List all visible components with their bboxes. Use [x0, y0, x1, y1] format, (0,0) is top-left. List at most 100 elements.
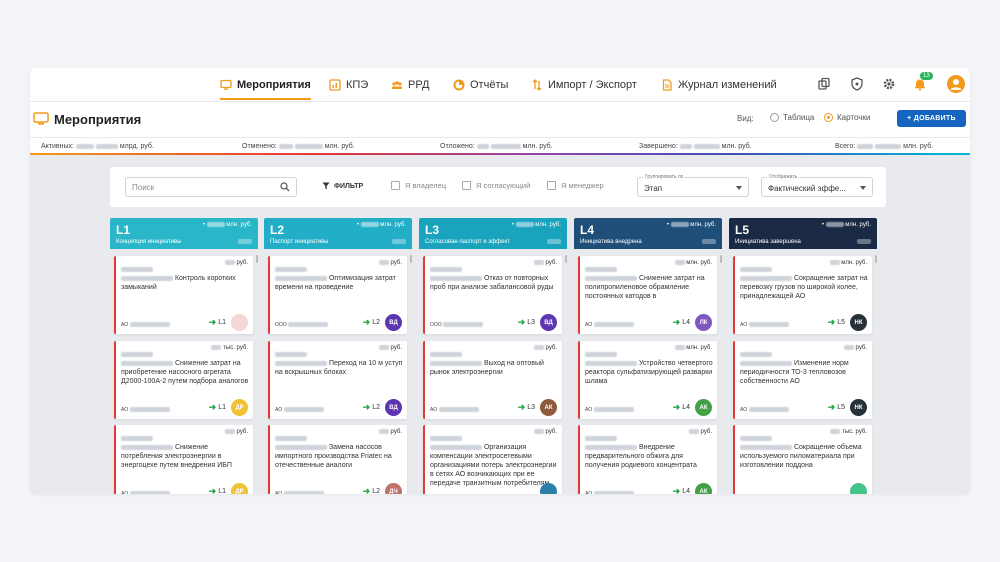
card-avatar[interactable]: ВД — [540, 314, 557, 331]
approver-checkbox[interactable]: Я согласующий — [462, 181, 530, 190]
nav-item-changelog[interactable]: Журнал изменений — [661, 76, 777, 94]
nav-item-rrd[interactable]: РРД — [391, 76, 429, 94]
arrow-right-icon: ➜ — [208, 402, 217, 412]
card-title: Замена насосов импортного производства F… — [275, 444, 392, 469]
card-level: ➜ L4 — [672, 317, 690, 327]
kanban-column-l2: L2 • млн. руб. Паспорт инициативы руб. Опт… — [264, 218, 412, 494]
stat-unit: млн. руб. — [522, 143, 553, 150]
card-title: Устройство четвертого реактора сульфатиз… — [585, 360, 713, 385]
stat-completed: Завершено: млн. руб. — [639, 143, 752, 150]
card-amount: руб. — [533, 260, 557, 266]
initiative-card[interactable]: руб. Контроль коротких замыканий АО ➜ L1 — [114, 256, 253, 334]
group-by-select[interactable]: Группировать по Этап — [637, 174, 749, 197]
kanban-column-l4: L4 • млн. руб. Инициатива внедрена млн. ру… — [574, 218, 722, 494]
card-avatar[interactable]: ДР — [231, 399, 248, 416]
card-org: АО — [740, 407, 789, 413]
gear-icon[interactable] — [882, 77, 896, 91]
initiative-card[interactable]: млн. руб. Снижение затрат на полипропиле… — [578, 256, 717, 334]
arrow-right-icon: ➜ — [362, 402, 371, 412]
card-amount: руб. — [224, 429, 248, 435]
nav-item-label: Отчёты — [470, 79, 509, 91]
column-amount: • млн. руб. — [511, 222, 561, 229]
display-select[interactable]: Отображать Фактический эффе... — [761, 174, 873, 197]
card-avatar[interactable]: ВД — [385, 399, 402, 416]
initiative-card[interactable]: тыс. руб. Снижение затрат на приобретени… — [114, 341, 253, 419]
card-level: ➜ L5 — [827, 402, 845, 412]
manager-checkbox[interactable]: Я менеджер — [547, 181, 604, 190]
card-avatar[interactable]: ЛК — [695, 314, 712, 331]
redacted-value — [278, 143, 293, 149]
column-scrollbar[interactable] — [256, 255, 258, 263]
redacted-value — [857, 143, 874, 149]
add-button[interactable]: + ДОБАВИТЬ — [897, 110, 966, 127]
initiative-card[interactable]: млн. руб. Устройство четвертого реактора… — [578, 341, 717, 419]
arrow-right-icon: ➜ — [517, 317, 526, 327]
column-subtitle: Инициатива внедрена — [580, 239, 642, 245]
card-amount: руб. — [378, 429, 402, 435]
search-input[interactable]: Поиск — [125, 177, 297, 197]
filter-button[interactable]: ФИЛЬТР — [322, 182, 363, 190]
card-avatar[interactable]: АК — [695, 399, 712, 416]
redacted-value — [679, 143, 692, 149]
redacted-value — [875, 143, 902, 149]
column-scrollbar[interactable] — [875, 255, 877, 263]
column-scrollbar[interactable] — [720, 255, 722, 263]
card-amount: руб. — [533, 345, 557, 351]
card-amount: руб. — [843, 345, 867, 351]
card-avatar[interactable] — [231, 314, 248, 331]
document-icon — [662, 79, 672, 91]
card-level: ➜ L2 — [363, 486, 380, 494]
initiative-card[interactable]: тыс. руб. Сокращение объема используемог… — [733, 425, 872, 494]
initiative-card[interactable]: руб. Изменение норм периодичности ТО-3 т… — [733, 341, 872, 419]
nav-item-import-export[interactable]: Импорт / Экспорт — [531, 76, 637, 94]
column-scrollbar[interactable] — [565, 255, 567, 263]
initiative-card[interactable]: руб. Внедрение предварительного обжига д… — [578, 425, 717, 494]
initiative-card[interactable]: руб. Отказ от повторных проб при анализе… — [423, 256, 562, 334]
card-avatar[interactable]: АК — [695, 483, 712, 494]
select-label: Отображать — [767, 174, 800, 180]
initiative-card[interactable]: руб. Организация компенсации электросете… — [423, 425, 562, 494]
card-avatar[interactable]: НК — [850, 314, 867, 331]
user-icon — [950, 79, 962, 90]
initiative-card[interactable]: руб. Снижение потребления электроэнергии… — [114, 425, 253, 494]
initiative-card[interactable]: руб. Замена насосов импортного производс… — [268, 425, 407, 494]
shield-icon[interactable] — [850, 77, 864, 91]
card-avatar[interactable] — [540, 483, 557, 494]
column-count — [392, 239, 406, 244]
owner-checkbox[interactable]: Я владелец — [391, 181, 446, 190]
nav-item-kpi[interactable]: КПЭ — [329, 76, 368, 94]
card-avatar[interactable] — [850, 483, 867, 494]
column-scrollbar[interactable] — [410, 255, 412, 263]
initiative-card[interactable]: млн. руб. Сокращение затрат на перевозку… — [733, 256, 872, 334]
card-avatar[interactable]: НК — [850, 399, 867, 416]
radio-circle — [824, 113, 833, 122]
stat-postponed: Отложено: млн. руб. — [440, 143, 553, 150]
card-avatar[interactable]: ВД — [385, 314, 402, 331]
card-avatar[interactable]: АК — [540, 399, 557, 416]
card-amount: млн. руб. — [674, 260, 712, 266]
nav-item-label: РРД — [408, 79, 430, 91]
people-icon — [392, 81, 402, 89]
view-cards-radio[interactable]: Карточки — [824, 113, 870, 122]
copy-icon[interactable] — [817, 77, 831, 91]
card-title: Отказ от повторных проб при анализе заба… — [430, 275, 554, 291]
user-avatar[interactable] — [947, 75, 965, 93]
card-title: Оптимизация затрат времени на проведение — [275, 275, 396, 291]
nav-item-events[interactable]: Мероприятия — [220, 76, 311, 100]
initiative-card[interactable]: руб. Оптимизация затрат времени на прове… — [268, 256, 407, 334]
card-avatar[interactable]: ДР — [231, 483, 248, 494]
column-level: L4 — [580, 223, 595, 237]
checkbox-label: Я владелец — [405, 181, 447, 190]
chart-icon — [329, 79, 341, 91]
search-placeholder: Поиск — [132, 183, 155, 192]
initiative-card[interactable]: руб. Переход на 10 м уступ на вскрышных … — [268, 341, 407, 419]
search-icon[interactable] — [280, 182, 290, 192]
checkbox-box — [462, 181, 471, 190]
kanban-column-l1: L1 • млн. руб. Концепция инициативы руб. К… — [110, 218, 258, 494]
initiative-card[interactable]: руб. Выход на оптовый рынок электроэнерг… — [423, 341, 562, 419]
card-avatar[interactable]: ДЧ — [385, 483, 402, 494]
card-level: ➜ L1 — [208, 402, 226, 412]
nav-item-reports[interactable]: Отчёты — [453, 76, 508, 94]
stat-label: Отменено: — [242, 143, 277, 150]
view-table-radio[interactable]: Таблица — [770, 113, 814, 122]
